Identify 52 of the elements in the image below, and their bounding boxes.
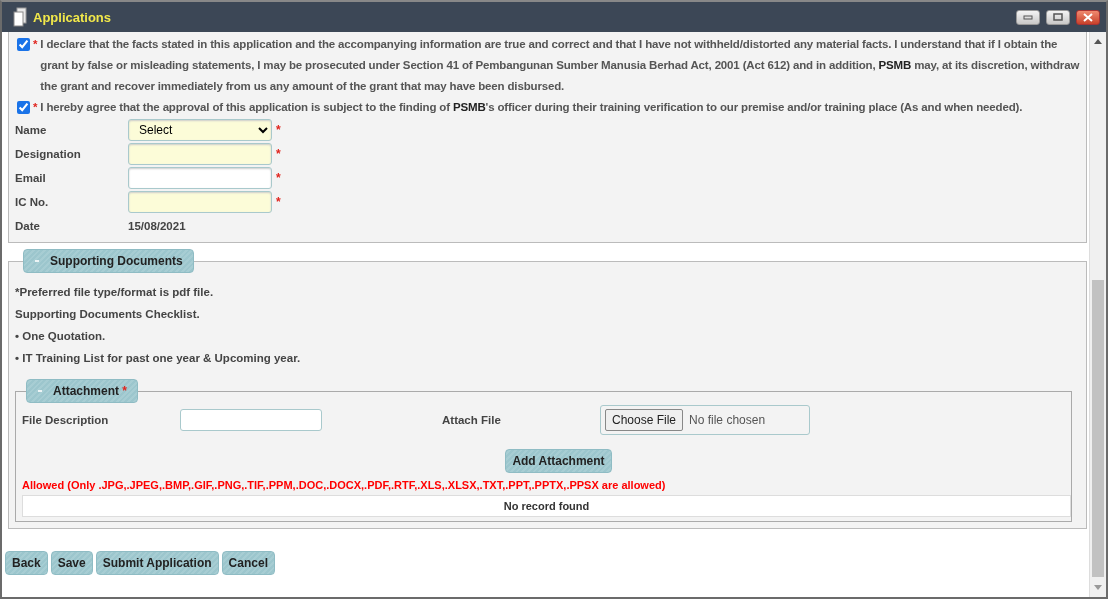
required-mark: * bbox=[33, 37, 38, 52]
collapse-icon bbox=[35, 389, 45, 393]
note-text: • IT Training List for past one year & Upcoming year. bbox=[15, 351, 302, 366]
add-attachment-button[interactable]: Add Attachment bbox=[505, 449, 612, 473]
declaration-text: I declare that the facts stated in this application and the accompanying information are true and correct and that I have not withheld/distorted any material facts. I understand that if I obtain the grant by false or misleading statements, I may be prosecuted under Section 41 of Pembangunan Sumber Manusia Berhad Act, 2001 (Act 612) and in addition, PSMB may, at its discretion, withdraw the grant and recover immediately from us any amount of the grant that may have been disbursed. bbox=[40, 37, 1080, 94]
input-field[interactable] bbox=[128, 143, 272, 165]
required-mark: * bbox=[276, 171, 281, 185]
collapse-icon bbox=[32, 259, 42, 263]
file-status: No file chosen bbox=[689, 413, 766, 427]
note-text: • One Quotation. bbox=[15, 329, 107, 344]
allowed-types-text: Allowed (Only .JPG,.JPEG,.BMP,.GIF,.PNG,.TIF,.PPM,.DOC,.DOCX,.PDF,.RTF,.XLS,.XLSX,.TXT,.PPT,.PPTX,.PPSX are allowed) bbox=[21, 478, 667, 493]
document-icon bbox=[12, 7, 28, 27]
required-mark: * bbox=[276, 147, 281, 161]
declaration-text: I hereby agree that the approval of this application is subject to the finding of PSMB's officer during their training verification to our premise and/or training place (As and when needed). bbox=[40, 100, 1024, 115]
input-field[interactable] bbox=[180, 409, 322, 431]
name-dropdown[interactable]: Select bbox=[128, 119, 272, 141]
action-button[interactable]: Submit Application bbox=[95, 551, 219, 575]
window-title: Applications bbox=[33, 9, 112, 25]
note-text: *Preferred file type/format is pdf file. bbox=[15, 285, 215, 300]
action-button[interactable]: Back bbox=[5, 551, 48, 575]
section-toggle[interactable]: Supporting Documents bbox=[23, 249, 194, 273]
down-arrow-icon bbox=[1094, 583, 1102, 591]
close-icon bbox=[1083, 12, 1093, 22]
minimize-icon bbox=[1023, 14, 1033, 20]
field-label: Email bbox=[15, 172, 47, 184]
close-button[interactable] bbox=[1076, 9, 1100, 25]
field-label: IC No. bbox=[15, 196, 50, 208]
choose-file-button[interactable]: Choose File bbox=[605, 409, 684, 431]
up-arrow-icon bbox=[1094, 38, 1102, 46]
required-mark: * bbox=[33, 100, 38, 115]
required-mark: * bbox=[276, 195, 281, 209]
file-input[interactable]: Choose File No file chosen bbox=[600, 405, 810, 435]
checkbox[interactable] bbox=[17, 101, 30, 114]
input-field[interactable] bbox=[128, 167, 272, 189]
date-value: 15/08/2021 bbox=[128, 220, 186, 232]
action-button[interactable]: Cancel bbox=[221, 551, 275, 575]
scrollbar[interactable] bbox=[1089, 32, 1106, 597]
minimize-button[interactable] bbox=[1016, 9, 1040, 25]
maximize-icon bbox=[1053, 13, 1063, 21]
action-button[interactable]: Save bbox=[50, 551, 93, 575]
input-field[interactable] bbox=[128, 191, 272, 213]
note-text: Supporting Documents Checklist. bbox=[15, 307, 201, 322]
empty-table-message: No record found bbox=[22, 495, 1071, 517]
field-label: Designation bbox=[15, 148, 82, 160]
field-label: Date bbox=[15, 220, 41, 232]
field-label: File Description bbox=[22, 414, 110, 426]
maximize-button[interactable] bbox=[1046, 9, 1070, 25]
section-toggle[interactable]: Attachment * bbox=[26, 379, 139, 403]
field-label: Name bbox=[15, 124, 48, 136]
required-mark: * bbox=[276, 123, 281, 137]
checkbox[interactable] bbox=[17, 38, 30, 51]
field-label: Attach File bbox=[442, 414, 502, 426]
